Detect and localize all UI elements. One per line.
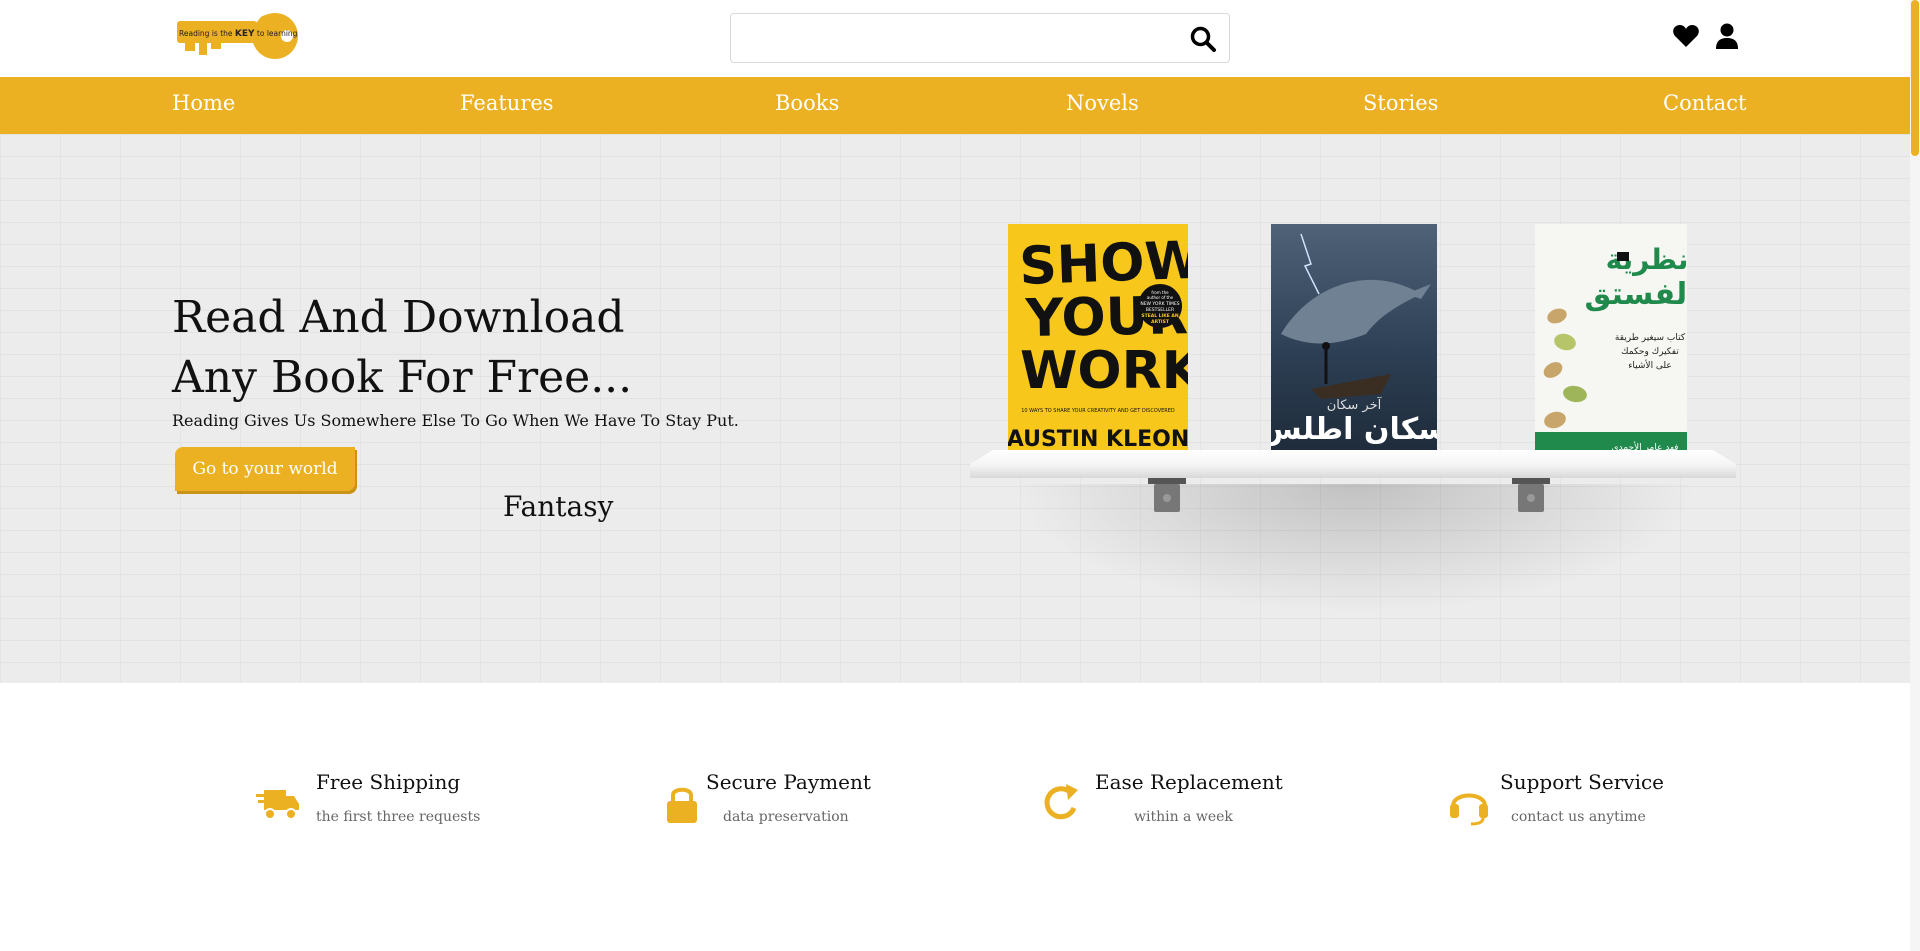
shelf-bracket-right (1512, 478, 1550, 512)
hero-title: Read And Download Any Book For Free... (172, 288, 632, 408)
feature-desc: data preservation (723, 809, 849, 825)
svg-text:سكان اطلس: سكان اطلس (1271, 412, 1437, 447)
svg-text:كتاب سيغير طريقة: كتاب سيغير طريقة (1615, 333, 1686, 343)
search-input[interactable] (743, 24, 1173, 52)
user-icon[interactable] (1713, 22, 1741, 50)
hero-title-line2: Any Book For Free... (172, 352, 633, 403)
svg-text:author of the: author of the (1147, 295, 1174, 300)
book-shelf (970, 450, 1736, 478)
svg-text:آخر سكان: آخر سكان (1327, 396, 1383, 413)
go-to-your-world-button[interactable]: Go to your world (175, 447, 355, 491)
feature-title: Free Shipping (316, 770, 461, 794)
book-atlas-inhabitants[interactable]: آخر سكان سكان اطلس (1271, 224, 1437, 460)
nav-contact[interactable]: Contact (1663, 91, 1746, 115)
feature-support-service: Support Service contact us anytime (1447, 770, 1667, 830)
feature-desc: contact us anytime (1511, 809, 1646, 825)
hero-subtitle: Reading Gives Us Somewhere Else To Go Wh… (172, 411, 739, 430)
nav-books[interactable]: Books (775, 91, 839, 115)
nav-stories[interactable]: Stories (1363, 91, 1438, 115)
feature-desc: within a week (1134, 809, 1233, 825)
lock-icon (667, 787, 697, 823)
book-pistachio-theory[interactable]: نظرية الفستق كتاب سيغير طريقة تفكيرك وحك… (1535, 224, 1687, 460)
book-show-your-work[interactable]: SHOW YOUR WORK! from the author of the N… (1008, 224, 1188, 460)
feature-title: Ease Replacement (1095, 770, 1283, 794)
shelf-shadow (1010, 484, 1700, 614)
svg-text:Reading is the KEY to learning: Reading is the KEY to learning (179, 29, 298, 39)
hero-rotating-word: Fantasy (503, 490, 614, 523)
feature-title: Secure Payment (706, 770, 871, 794)
svg-text:STEAL LIKE AN: STEAL LIKE AN (1141, 313, 1178, 319)
hero-title-line1: Read And Download (172, 292, 625, 343)
top-header: Reading is the KEY to learning (0, 0, 1910, 77)
feature-title: Support Service (1500, 770, 1665, 794)
svg-text:10 WAYS TO SHARE YOUR CREATIVI: 10 WAYS TO SHARE YOUR CREATIVITY AND GET… (1021, 408, 1175, 414)
search-icon[interactable] (1189, 25, 1217, 53)
nav-novels[interactable]: Novels (1066, 91, 1139, 115)
svg-text:BESTSELLER: BESTSELLER (1146, 307, 1174, 313)
logo-key[interactable]: Reading is the KEY to learning (175, 9, 301, 67)
hero-section: Read And Download Any Book For Free... R… (0, 134, 1910, 683)
svg-text:ARTIST: ARTIST (1151, 319, 1170, 325)
scrollbar-thumb[interactable] (1911, 0, 1919, 156)
svg-text:NEW YORK TIMES: NEW YORK TIMES (1140, 301, 1179, 307)
feature-free-shipping: Free Shipping the first three requests (256, 770, 496, 830)
search-box (730, 13, 1230, 63)
feature-ease-replacement: Ease Replacement within a week (1040, 770, 1283, 830)
main-nav: Home Features Books Novels Stories Conta… (0, 77, 1910, 134)
heart-icon[interactable] (1672, 22, 1700, 50)
svg-text:WORK!: WORK! (1020, 341, 1188, 401)
truck-icon (256, 790, 299, 820)
feature-desc: the first three requests (316, 809, 481, 825)
headset-icon (1450, 793, 1488, 826)
svg-text:AUSTIN KLEON: AUSTIN KLEON (1008, 427, 1188, 452)
feature-secure-payment: Secure Payment data preservation (660, 770, 880, 830)
shelf-bracket-left (1148, 478, 1186, 512)
page-scrollbar[interactable] (1910, 0, 1920, 951)
refresh-icon (1044, 784, 1078, 820)
svg-text:الفستق: الفستق (1585, 277, 1687, 312)
nav-home[interactable]: Home (172, 91, 235, 115)
svg-text:على الأشياء: على الأشياء (1628, 359, 1672, 371)
svg-text:تفكيرك وحكمك: تفكيرك وحكمك (1621, 347, 1679, 357)
nav-features[interactable]: Features (460, 91, 554, 115)
